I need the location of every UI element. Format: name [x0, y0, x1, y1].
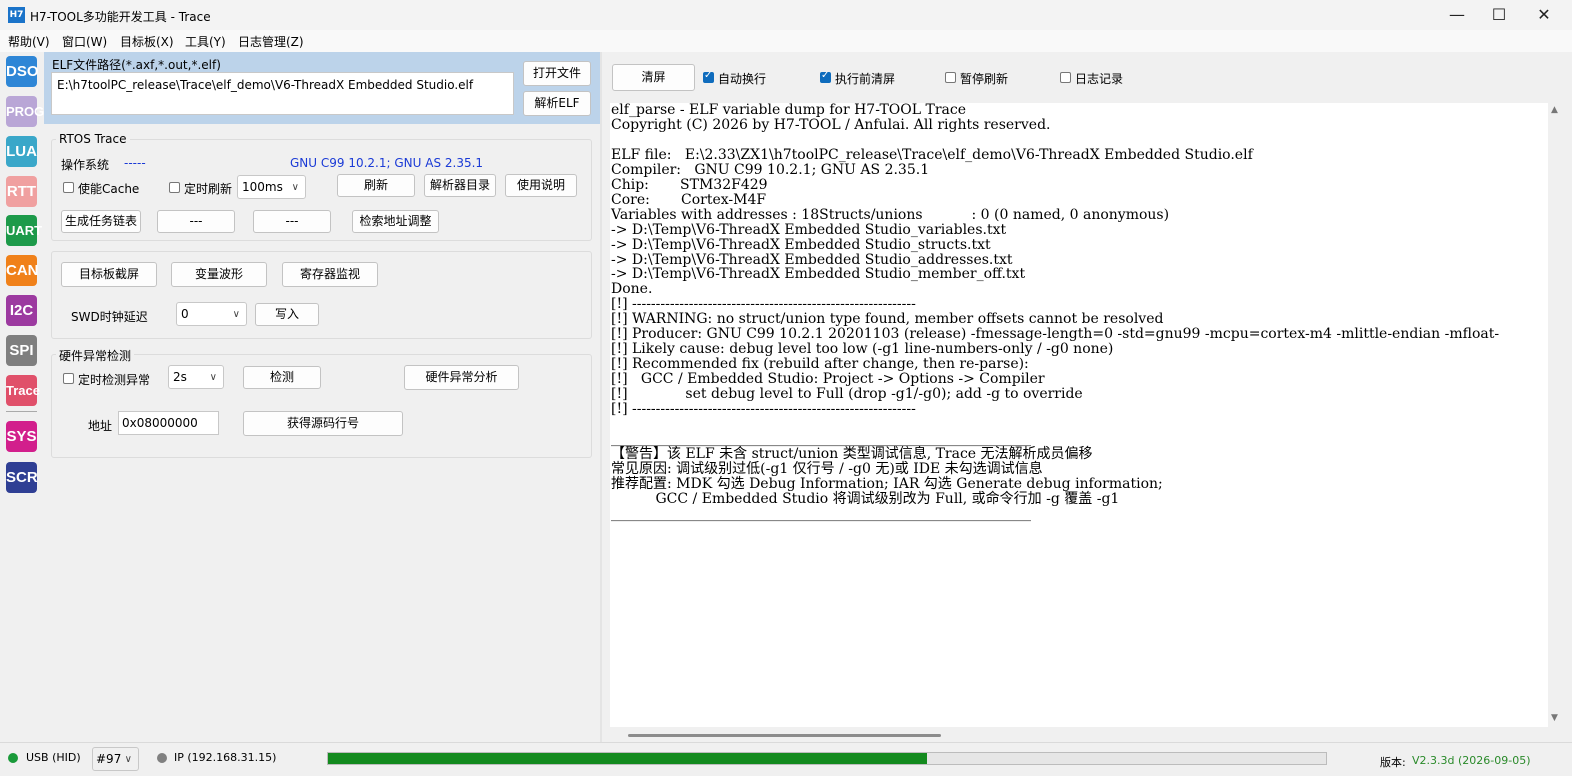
chevron-down-icon: ∨ [232, 309, 240, 320]
usb-status-text: USB (HID) [26, 751, 81, 764]
progress-bar [327, 752, 1327, 765]
i2c-button[interactable]: I2C [6, 295, 37, 326]
rtos-group-title: RTOS Trace [56, 132, 130, 146]
version-label: 版本: [1380, 756, 1406, 769]
detect-interval-value: 2s [173, 370, 187, 384]
progress-fill [328, 753, 927, 764]
prog-button[interactable]: PROG [6, 96, 44, 127]
refresh-interval-select[interactable]: 100ms ∨ [237, 175, 306, 199]
task-chain-button[interactable]: 生成任务链表 [61, 210, 141, 233]
log-record-label: 日志记录 [1075, 72, 1124, 86]
hw-analyze-button[interactable]: 硬件异常分析 [404, 365, 519, 390]
can-button[interactable]: CAN [6, 255, 39, 286]
address-input[interactable]: 0x08000000 [118, 411, 219, 435]
detect-button[interactable]: 检测 [243, 366, 321, 389]
log-text: elf_parse - ELF variable dump for H7-TOO… [611, 103, 1500, 522]
swd-delay-label: SWD时钟延迟 [71, 310, 148, 324]
sys-button[interactable]: SYS [6, 421, 37, 452]
lua-button[interactable]: LUA [6, 136, 37, 167]
open-file-button[interactable]: 打开文件 [523, 61, 591, 86]
log-output[interactable]: elf_parse - ELF variable dump for H7-TOO… [610, 103, 1548, 727]
address-label: 地址 [88, 419, 113, 433]
auto-wrap-checkbox[interactable] [703, 70, 714, 83]
os-label: 操作系统 [61, 158, 110, 172]
refresh-button[interactable]: 刷新 [337, 174, 415, 197]
minimize-button[interactable]: — [1434, 0, 1480, 30]
parser-dir-button[interactable]: 解析器目录 [424, 174, 496, 197]
version-text: V2.3.3d (2026-09-05) [1412, 754, 1531, 767]
app-logo-icon: H7 [8, 7, 25, 23]
os-value: ----- [124, 156, 146, 170]
write-button[interactable]: 写入 [255, 303, 319, 326]
log-horizontal-scroll-thumb[interactable] [628, 734, 941, 737]
device-select[interactable]: #97 ∨ [92, 747, 139, 771]
get-source-line-button[interactable]: 获得源码行号 [243, 411, 403, 436]
window-title: H7-TOOL多功能开发工具 - Trace [30, 10, 211, 24]
cache-checkbox[interactable] [63, 182, 74, 193]
usb-status-icon [8, 753, 18, 763]
menu-target[interactable]: 目标板(X) [120, 33, 174, 50]
timer-detect-label: 定时检测异常 [78, 373, 151, 387]
pause-refresh-label: 暂停刷新 [960, 72, 1009, 86]
swd-delay-value: 0 [181, 307, 189, 321]
clear-screen-button[interactable]: 清屏 [612, 64, 695, 91]
tool-sidebar: DSO PROG LUA RTT UART CAN I2C SPI Trace … [0, 52, 44, 742]
trace-button[interactable]: Trace [6, 375, 40, 406]
elf-path-input[interactable]: E:\h7toolPC_release\Trace\elf_demo\V6-Th… [51, 72, 514, 115]
uart-button[interactable]: UART [6, 215, 42, 246]
close-button[interactable]: ✕ [1521, 0, 1567, 30]
chevron-down-icon: ∨ [291, 182, 299, 193]
title-bar: H7 H7-TOOL多功能开发工具 - Trace — ☐ ✕ [0, 0, 1572, 30]
auto-wrap-label: 自动换行 [718, 72, 767, 86]
timer-detect-checkbox[interactable] [63, 373, 74, 384]
scroll-up-icon[interactable]: ▲ [1551, 105, 1558, 115]
hw-group-title: 硬件异常检测 [56, 347, 135, 364]
variable-wave-button[interactable]: 变量波形 [171, 262, 267, 287]
spi-button[interactable]: SPI [6, 335, 37, 366]
log-record-checkbox[interactable] [1060, 72, 1071, 83]
clear-before-run-label: 执行前清屏 [835, 72, 896, 86]
sidebar-divider [6, 411, 37, 412]
pause-refresh-checkbox[interactable] [945, 72, 956, 83]
chevron-down-icon: ∨ [209, 372, 217, 383]
detect-interval-select[interactable]: 2s ∨ [168, 365, 224, 389]
blank-button-1[interactable]: --- [157, 210, 235, 233]
device-value: #97 [96, 752, 122, 766]
swd-delay-select[interactable]: 0 ∨ [176, 302, 247, 326]
dso-button[interactable]: DSO [6, 56, 39, 87]
menu-help[interactable]: 帮助(V) [8, 33, 50, 50]
addr-adjust-button[interactable]: 检索地址调整 [352, 210, 439, 233]
refresh-interval-value: 100ms [242, 180, 283, 194]
blank-button-2[interactable]: --- [253, 210, 331, 233]
elf-path-label: ELF文件路径(*.axf,*.out,*.elf) [52, 58, 221, 72]
ip-status-icon [157, 753, 167, 763]
menu-tools[interactable]: 工具(Y) [185, 33, 226, 50]
cache-label: 使能Cache [78, 182, 140, 196]
scroll-down-icon[interactable]: ▼ [1551, 713, 1558, 723]
log-vertical-scrollbar[interactable]: ▲ ▼ [1548, 103, 1562, 727]
clear-before-run-checkbox[interactable] [820, 70, 831, 83]
chevron-down-icon: ∨ [124, 754, 132, 765]
timer-refresh-label: 定时刷新 [184, 182, 233, 196]
ip-status-text: IP (192.168.31.15) [174, 751, 277, 764]
timer-refresh-checkbox[interactable] [169, 182, 180, 193]
target-screenshot-button[interactable]: 目标板截屏 [61, 262, 157, 287]
scr-button[interactable]: SCR [6, 462, 38, 493]
maximize-button[interactable]: ☐ [1476, 0, 1522, 30]
register-monitor-button[interactable]: 寄存器监视 [282, 262, 378, 287]
elf-path-panel: ELF文件路径(*.axf,*.out,*.elf) E:\h7toolPC_r… [44, 52, 600, 124]
rtt-button[interactable]: RTT [6, 176, 37, 207]
help-button[interactable]: 使用说明 [505, 174, 577, 197]
compiler-info: GNU C99 10.2.1; GNU AS 2.35.1 [290, 156, 484, 170]
status-bar: USB (HID) #97 ∨ IP (192.168.31.15) 版本: V… [0, 742, 1572, 776]
menu-bar: 帮助(V) 窗口(W) 目标板(X) 工具(Y) 日志管理(Z) [0, 30, 1572, 52]
menu-window[interactable]: 窗口(W) [62, 33, 107, 50]
parse-elf-button[interactable]: 解析ELF [523, 91, 591, 116]
menu-log[interactable]: 日志管理(Z) [238, 33, 304, 50]
panel-splitter[interactable] [600, 52, 602, 742]
